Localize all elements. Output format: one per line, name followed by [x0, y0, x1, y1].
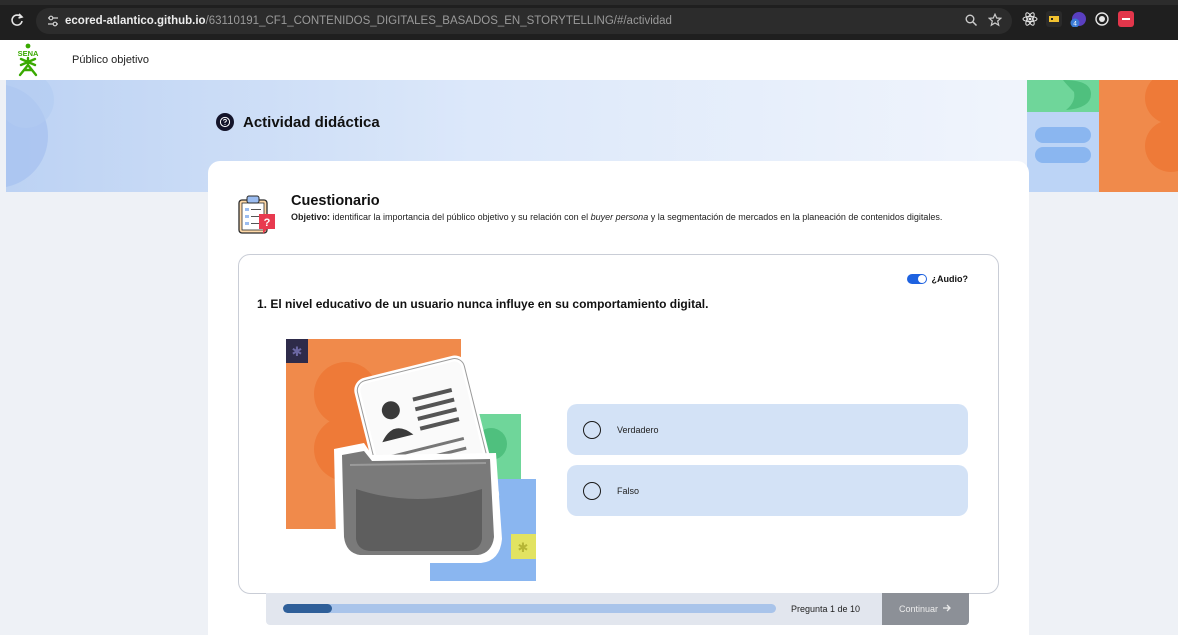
url-host: ecored-atlantico.github.io: [65, 15, 206, 27]
app-header: SENA Público objetivo: [0, 40, 1178, 80]
red-extension-icon[interactable]: [1118, 11, 1134, 27]
audio-switch[interactable]: [906, 274, 927, 284]
address-bar[interactable]: ecored-atlantico.github.io/63110191_CF1_…: [36, 8, 1012, 34]
progress-fill: [283, 604, 333, 613]
activity-title: Actividad didáctica: [243, 113, 380, 131]
answer-option-verdadero[interactable]: Verdadero: [567, 404, 968, 455]
page-title: Público objetivo: [72, 54, 150, 66]
objective-text-2: y la segmentación de mercados en la plan…: [648, 212, 943, 222]
record-extension-icon[interactable]: [1094, 11, 1110, 27]
question-text: 1. El nivel educativo de un usuario nunc…: [257, 297, 709, 311]
quiz-footer: Pregunta 1 de 10 Continuar: [266, 593, 969, 625]
arrow-right-icon: [942, 603, 952, 615]
sena-logo[interactable]: SENA: [10, 43, 46, 77]
answer-option-falso[interactable]: Falso: [567, 465, 968, 516]
quiz-title: Cuestionario: [291, 193, 380, 209]
browser-toolbar: ecored-atlantico.github.io/63110191_CF1_…: [0, 0, 1178, 40]
bookmark-star-icon[interactable]: [987, 12, 1003, 27]
audio-toggle[interactable]: ¿Audio?: [906, 274, 969, 284]
option-label: Falso: [617, 485, 640, 496]
clipboard-quiz-icon: ?: [237, 194, 277, 236]
logo-text: SENA: [18, 49, 39, 58]
continue-button[interactable]: Continuar: [882, 593, 969, 625]
svg-text:✱: ✱: [292, 345, 303, 360]
yellow-extension-icon[interactable]: [1046, 11, 1062, 27]
svg-text:✱: ✱: [518, 541, 529, 556]
zoom-icon[interactable]: [964, 13, 978, 27]
continue-label: Continuar: [898, 604, 939, 614]
url-text[interactable]: ecored-atlantico.github.io/63110191_CF1_…: [65, 14, 672, 28]
radio-verdadero[interactable]: [583, 420, 601, 439]
quiz-card: ? Cuestionario Objetivo: identificar la …: [208, 161, 1029, 635]
radio-falso[interactable]: [583, 481, 601, 500]
folder-document-illustration: ✱ ✱: [286, 339, 536, 581]
react-extension-icon[interactable]: [1022, 11, 1038, 27]
audio-label: ¿Audio?: [931, 274, 969, 284]
banner-heading: Actividad didáctica: [216, 113, 380, 131]
question-counter: Pregunta 1 de 10: [791, 604, 861, 614]
browser-tab-strip: [0, 0, 1178, 5]
url-path: /63110191_CF1_CONTENIDOS_DIGITALES_BASAD…: [205, 15, 672, 27]
objective-label: Objetivo:: [291, 212, 331, 222]
question-circle-icon: [216, 113, 234, 131]
progress-bar: [283, 604, 776, 613]
reload-icon[interactable]: [10, 13, 24, 27]
quiz-objective: Objetivo: identificar la importancia del…: [291, 211, 991, 224]
objective-italic: buyer persona: [590, 212, 649, 222]
purple-extension-icon[interactable]: 4: [1070, 11, 1086, 28]
option-label: Verdadero: [617, 424, 659, 435]
question-panel: ¿Audio? 1. El nivel educativo de un usua…: [238, 254, 999, 594]
svg-text:?: ?: [264, 217, 271, 229]
objective-text-1: identificar la importancia del público o…: [330, 212, 591, 222]
extension-badge: 4: [1073, 21, 1077, 28]
site-settings-icon[interactable]: [46, 14, 60, 28]
